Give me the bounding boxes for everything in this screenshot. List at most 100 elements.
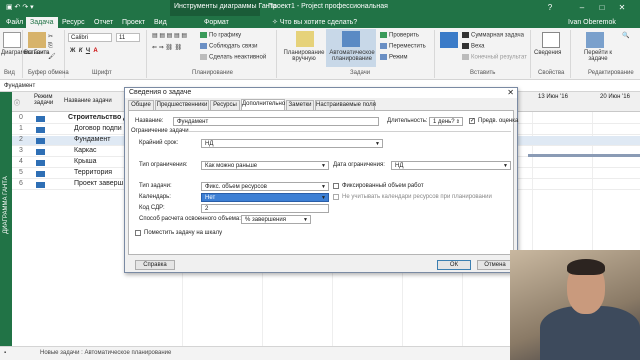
- duration-field[interactable]: 1 день? ⇕: [429, 117, 463, 126]
- close-button[interactable]: ✕: [616, 2, 628, 13]
- chevron-down-icon[interactable]: ▼: [321, 162, 326, 170]
- estimated-checkbox[interactable]: [469, 117, 475, 124]
- tab-project[interactable]: Проект: [118, 17, 149, 28]
- tab-custom-fields[interactable]: Настраиваемые поля: [315, 100, 376, 110]
- chevron-down-icon[interactable]: ▼: [321, 183, 326, 191]
- summary-icon: [462, 32, 469, 38]
- group-font: Шрифт: [92, 70, 112, 76]
- manual-schedule-button[interactable]: Планирование вручную: [282, 50, 326, 62]
- deadline-field[interactable]: НД ▼: [201, 139, 383, 148]
- maximize-button[interactable]: □: [596, 2, 608, 13]
- tab-report[interactable]: Отчет: [90, 17, 117, 28]
- font-size-combo[interactable]: 11: [116, 33, 140, 42]
- by-schedule-button[interactable]: По графику: [200, 32, 241, 39]
- milestone-label: Веха: [471, 43, 485, 50]
- gantt-chart-icon: [3, 32, 21, 48]
- week-header-1: 13 Июн '16: [538, 94, 568, 100]
- tab-predecessors[interactable]: Предшественники: [155, 100, 209, 110]
- task-name[interactable]: Фундамент: [74, 136, 110, 143]
- format-painter-icon[interactable]: 🖌: [48, 53, 56, 60]
- task-name-field[interactable]: Фундамент: [173, 117, 379, 126]
- timeline-checkbox[interactable]: [135, 230, 141, 236]
- inspect-button[interactable]: Проверить: [380, 32, 419, 39]
- task-name[interactable]: Проект заверш: [74, 180, 123, 187]
- col-name-header[interactable]: Название задачи: [64, 98, 112, 104]
- tab-format[interactable]: Формат: [200, 17, 233, 28]
- indent-buttons[interactable]: ⇐ ⇒ ⛓ ⛓: [152, 44, 182, 51]
- task-name[interactable]: Крыша: [74, 158, 97, 165]
- help-button[interactable]: Справка: [135, 260, 175, 270]
- constraint-date-field[interactable]: НД ▼: [391, 161, 511, 170]
- respect-links-button[interactable]: Соблюдать связи: [200, 43, 257, 50]
- dialog-close-icon[interactable]: ✕: [507, 88, 514, 98]
- tab-file[interactable]: Файл: [2, 17, 27, 28]
- tab-resources[interactable]: Ресурсы: [210, 100, 240, 110]
- scroll-to-task-button[interactable]: Перейти к задаче: [576, 50, 620, 62]
- summary-label: Суммарная задача: [471, 32, 525, 39]
- row-id: 2: [19, 136, 23, 143]
- copy-icon[interactable]: ⎘: [48, 43, 53, 50]
- chevron-down-icon[interactable]: ▼: [303, 216, 308, 224]
- help-icon[interactable]: ?: [544, 2, 556, 13]
- tab-view[interactable]: Вид: [150, 17, 171, 28]
- deliverable-label: Конечный результат: [471, 54, 527, 61]
- gantt-bar[interactable]: [528, 154, 640, 157]
- task-type-select[interactable]: Фикс. объем ресурсов ▼: [201, 182, 329, 191]
- schedule-icon: [200, 32, 207, 38]
- earned-value-select[interactable]: % завершения ▼: [241, 215, 311, 224]
- separator: [434, 30, 435, 78]
- paste-icon: [28, 32, 46, 48]
- spinner-icon[interactable]: ⇕: [456, 118, 460, 126]
- effort-driven-label: Фиксированный объем работ: [342, 183, 424, 189]
- ignore-calendars-checkbox[interactable]: [333, 194, 339, 200]
- quick-access-toolbar[interactable]: ▣ ↶ ↷ ▾: [6, 3, 34, 11]
- chevron-down-icon[interactable]: ▼: [321, 194, 326, 202]
- task-information-dialog: Сведения о задаче ✕ Общие Предшественник…: [124, 87, 518, 273]
- task-name[interactable]: Строительство д: [68, 114, 128, 121]
- move-button[interactable]: Переместить: [380, 43, 426, 50]
- ok-button[interactable]: ОК: [437, 260, 471, 270]
- user-name[interactable]: Ivan Oberemok: [564, 17, 620, 28]
- effort-driven-checkbox[interactable]: [333, 183, 339, 189]
- row-id: 4: [19, 158, 23, 165]
- minimize-button[interactable]: –: [576, 2, 588, 13]
- constraint-type-label: Тип ограничения:: [139, 162, 188, 168]
- milestone-button[interactable]: Веха: [462, 43, 484, 50]
- mode-button[interactable]: Режим: [380, 54, 408, 61]
- auto-schedule-icon: [342, 31, 360, 47]
- auto-schedule-button[interactable]: Автоматическое планирование: [328, 50, 376, 62]
- chevron-down-icon[interactable]: ▼: [503, 162, 508, 170]
- find-icon[interactable]: 🔍: [622, 32, 629, 39]
- tab-notes[interactable]: Заметки: [286, 100, 314, 110]
- task-name[interactable]: Территория: [74, 169, 112, 176]
- task-name[interactable]: Договор подпи: [74, 125, 122, 132]
- cut-icon[interactable]: ✂: [48, 33, 53, 40]
- view-label: ДИАГРАММА ГАНТА: [3, 176, 9, 234]
- calendar-select[interactable]: Нет ▼: [201, 193, 329, 202]
- tab-advanced[interactable]: Дополнительно: [241, 99, 285, 110]
- entry-value[interactable]: Фундамент: [4, 83, 35, 89]
- deliverable-button[interactable]: Конечный результат: [462, 54, 527, 61]
- paste-button[interactable]: Вставить: [24, 50, 49, 56]
- group-view: Вид: [4, 70, 15, 76]
- separator: [530, 30, 531, 78]
- tab-resource[interactable]: Ресурс: [58, 17, 89, 28]
- move-label: Переместить: [389, 43, 426, 50]
- col-mode-header[interactable]: Режим задачи: [34, 94, 62, 106]
- constraint-type-select[interactable]: Как можно раньше ▼: [201, 161, 329, 170]
- new-tasks-mode[interactable]: Новые задачи : Автоматическое планирован…: [40, 350, 171, 356]
- inactive-button[interactable]: Сделать неактивной: [200, 54, 266, 61]
- by-schedule-label: По графику: [209, 32, 242, 39]
- chevron-down-icon[interactable]: ▼: [375, 140, 380, 148]
- information-button[interactable]: Сведения: [534, 50, 561, 56]
- cancel-button[interactable]: Отмена: [477, 260, 513, 270]
- tab-general[interactable]: Общие: [128, 100, 154, 110]
- bold-icon[interactable]: Ж К Ч A: [70, 48, 98, 54]
- percent-buttons[interactable]: ▤ ▤ ▤ ▤ ▤: [152, 32, 187, 39]
- summary-button[interactable]: Суммарная задача: [462, 32, 524, 39]
- wbs-field[interactable]: 2: [201, 204, 329, 213]
- tab-task[interactable]: Задача: [26, 17, 58, 28]
- task-name[interactable]: Каркас: [74, 147, 96, 154]
- font-combo[interactable]: Calibri: [68, 33, 112, 42]
- tell-me-box[interactable]: ✧ Что вы хотите сделать?: [268, 17, 361, 28]
